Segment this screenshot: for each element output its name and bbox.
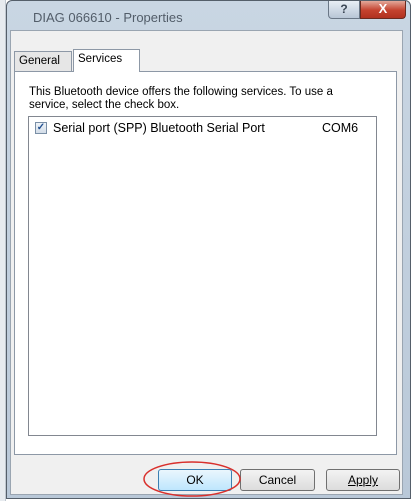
title-bar[interactable]: DIAG 066610 - Properties ? X: [7, 1, 410, 31]
window-title: DIAG 066610 - Properties: [33, 10, 183, 25]
help-button[interactable]: ?: [328, 1, 360, 19]
checkmark-icon: ✓: [36, 122, 46, 133]
cancel-button-label: Cancel: [258, 473, 297, 487]
apply-button-label: Apply: [347, 473, 379, 487]
tab-general-label: General: [19, 55, 60, 67]
service-port: COM6: [322, 121, 359, 135]
tab-services-label: Services: [78, 53, 123, 65]
service-name: Serial port (SPP) Bluetooth Serial Port: [53, 121, 265, 135]
tab-general[interactable]: General: [14, 51, 72, 71]
apply-button[interactable]: Apply: [326, 469, 400, 491]
close-button[interactable]: X: [360, 1, 406, 19]
service-checkbox[interactable]: ✓: [35, 122, 47, 134]
services-description: This Bluetooth device offers the followi…: [29, 86, 333, 111]
ok-button[interactable]: OK: [158, 469, 232, 491]
ok-button-label: OK: [186, 473, 204, 487]
close-icon: X: [378, 1, 388, 16]
services-list[interactable]: ✓ Serial port (SPP) Bluetooth Serial Por…: [28, 116, 377, 436]
cancel-button[interactable]: Cancel: [240, 469, 315, 491]
help-icon: ?: [340, 2, 348, 16]
tab-services[interactable]: Services: [73, 49, 140, 72]
